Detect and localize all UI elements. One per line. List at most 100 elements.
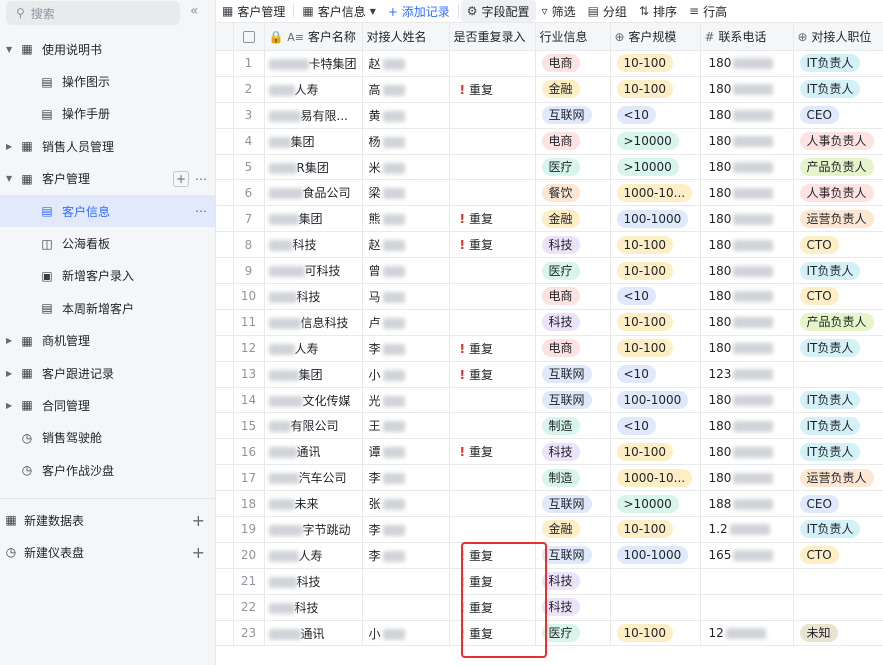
table-row[interactable]: 18 未来 张 互联网 >10000 188 CEO — [216, 490, 883, 518]
cell-role[interactable]: IT负责人 — [792, 516, 883, 543]
cell-role[interactable]: IT负责人 — [792, 438, 883, 466]
table-row[interactable]: 5 R集团 米 医疗 >10000 180 产品负责人 — [216, 153, 883, 181]
cell-role[interactable]: 产品负责人 — [792, 308, 883, 336]
sidebar-item-0[interactable]: ▼ ▦ 使用说明书 — [0, 33, 215, 65]
cell-scale[interactable]: 10-100 — [609, 231, 701, 259]
cell-contact[interactable]: 李 — [361, 516, 450, 543]
table-row[interactable]: 23 通讯小! 重复 医疗 10-100 12 未知 — [216, 619, 883, 647]
caret-down-icon[interactable]: ▼ — [6, 174, 12, 183]
cell-role[interactable]: CTO — [792, 541, 883, 569]
cell-industry[interactable]: 医疗 — [534, 153, 611, 181]
caret-right-icon[interactable]: ▶ — [6, 142, 12, 151]
cell-contact[interactable]: 梁 — [361, 179, 450, 207]
caret-right-icon[interactable]: ▶ — [6, 401, 12, 410]
cell-industry[interactable]: 电商 — [534, 127, 611, 155]
row-height-button[interactable]: ≡ 行高 — [683, 0, 733, 22]
cell-phone[interactable]: 180 — [699, 127, 794, 155]
cell-scale[interactable]: >10000 — [609, 153, 701, 181]
cell-duplicate[interactable]: ! 重复 — [448, 75, 536, 103]
add-icon[interactable]: + — [173, 170, 189, 187]
cell-phone[interactable]: 1.2 — [699, 516, 794, 543]
row-number[interactable]: 18 — [232, 490, 265, 518]
cell-role[interactable]: CEO — [792, 490, 883, 518]
cell-customer-name[interactable]: 科技 — [263, 283, 363, 310]
cell-role[interactable]: IT负责人 — [792, 412, 883, 440]
search-input[interactable]: ⚲ 搜索 — [6, 1, 180, 25]
cell-contact[interactable]: 杨 — [361, 127, 450, 155]
cell-scale[interactable]: <10 — [609, 283, 701, 310]
sidebar-item-4[interactable]: ▼ ▦ 客户管理 + ⋯ — [0, 163, 215, 195]
cell-scale[interactable]: 1000-10... — [609, 179, 701, 207]
cell-customer-name[interactable]: 字节跳动 — [263, 516, 363, 543]
cell-scale[interactable]: 100-1000 — [609, 541, 701, 569]
cell-industry[interactable]: 金融 — [534, 75, 611, 103]
cell-scale[interactable]: 10-100 — [609, 308, 701, 336]
cell-customer-name[interactable]: 通讯 — [263, 619, 363, 647]
cell-contact[interactable]: 卢 — [361, 308, 450, 336]
cell-industry[interactable]: 互联网 — [534, 101, 611, 129]
cell-industry[interactable]: 互联网 — [534, 360, 611, 388]
cell-scale[interactable]: 1000-10... — [609, 464, 701, 492]
table-row[interactable]: 12 人寿李! 重复 电商 10-100 180 IT负责人 — [216, 334, 883, 362]
sidebar-item-1[interactable]: ▤ 操作图示 — [0, 65, 215, 97]
field-config-button[interactable]: ⚙ 字段配置 — [460, 0, 536, 22]
cell-scale[interactable]: >10000 — [609, 127, 701, 155]
cell-scale[interactable] — [609, 567, 701, 595]
table-row[interactable]: 19 字节跳动 李 金融 10-100 1.2 IT负责人 — [216, 516, 883, 543]
cell-phone[interactable]: 180 — [699, 179, 794, 207]
cell-phone[interactable]: 188 — [699, 490, 794, 518]
cell-role[interactable]: CEO — [792, 101, 883, 129]
cell-customer-name[interactable]: R集团 — [263, 153, 363, 181]
cell-duplicate[interactable] — [448, 127, 536, 155]
cell-role[interactable]: CTO — [792, 231, 883, 259]
cell-role[interactable]: IT负责人 — [792, 50, 883, 77]
table-row[interactable]: 20 人寿李! 重复 互联网 100-1000 165 CTO — [216, 541, 883, 569]
cell-duplicate[interactable] — [448, 101, 536, 129]
sidebar-item-3[interactable]: ▶ ▦ 销售人员管理 — [0, 130, 215, 162]
cell-role[interactable]: 人事负责人 — [792, 179, 883, 207]
row-number[interactable]: 9 — [232, 257, 265, 285]
sidebar-item-8[interactable]: ▤ 本周新增客户 — [0, 292, 215, 324]
cell-scale[interactable]: 100-1000 — [609, 205, 701, 233]
table-row[interactable]: 1 卡特集团赵 电商 10-100 180 IT负责人 — [216, 50, 883, 77]
cell-contact[interactable]: 赵 — [361, 231, 450, 259]
sidebar-item-2[interactable]: ▤ 操作手册 — [0, 98, 215, 130]
cell-scale[interactable]: <10 — [609, 101, 701, 129]
table-row[interactable]: 21 科技! 重复 科技 — [216, 567, 883, 595]
cell-contact[interactable]: 小 — [361, 360, 450, 388]
cell-customer-name[interactable]: 可科技 — [263, 257, 363, 285]
cell-contact[interactable]: 高 — [361, 75, 450, 103]
row-number[interactable]: 21 — [232, 567, 265, 595]
cell-contact[interactable]: 李 — [361, 464, 450, 492]
cell-industry[interactable]: 互联网 — [534, 386, 611, 414]
cell-customer-name[interactable]: 科技 — [263, 231, 363, 259]
cell-scale[interactable]: 10-100 — [609, 50, 701, 77]
cell-phone[interactable]: 180 — [699, 257, 794, 285]
cell-scale[interactable]: <10 — [609, 412, 701, 440]
cell-role[interactable] — [792, 593, 883, 621]
table-row[interactable]: 10 科技 马 电商 <10 180 CTO — [216, 283, 883, 310]
cell-industry[interactable]: 电商 — [534, 334, 611, 362]
cell-phone[interactable]: 123 — [699, 360, 794, 388]
cell-customer-name[interactable]: 未来 — [263, 490, 363, 518]
cell-phone[interactable]: 180 — [699, 386, 794, 414]
cell-industry[interactable]: 科技 — [534, 308, 611, 336]
new-dashboard-button[interactable]: ◷ 新建仪表盘 + — [0, 538, 215, 566]
cell-duplicate[interactable] — [448, 283, 536, 310]
plus-icon[interactable]: + — [192, 543, 205, 562]
cell-role[interactable]: IT负责人 — [792, 386, 883, 414]
row-number[interactable]: 23 — [232, 619, 265, 647]
cell-industry[interactable]: 医疗 — [534, 257, 611, 285]
cell-customer-name[interactable]: 食品公司 — [263, 179, 363, 207]
table-row[interactable]: 6 食品公司 梁 餐饮 1000-10... 180 人事负责人 — [216, 179, 883, 207]
cell-contact[interactable]: 赵 — [361, 50, 450, 77]
cell-role[interactable]: CTO — [792, 283, 883, 310]
table-row[interactable]: 13 集团小! 重复 互联网 <10 123 — [216, 360, 883, 388]
cell-contact[interactable] — [361, 593, 450, 621]
row-number[interactable]: 7 — [232, 205, 265, 233]
row-number[interactable]: 2 — [232, 75, 265, 103]
row-number[interactable]: 12 — [232, 334, 265, 362]
filter-button[interactable]: ▿ 筛选 — [536, 0, 582, 22]
cell-scale[interactable]: 10-100 — [609, 75, 701, 103]
cell-role[interactable]: IT负责人 — [792, 334, 883, 362]
